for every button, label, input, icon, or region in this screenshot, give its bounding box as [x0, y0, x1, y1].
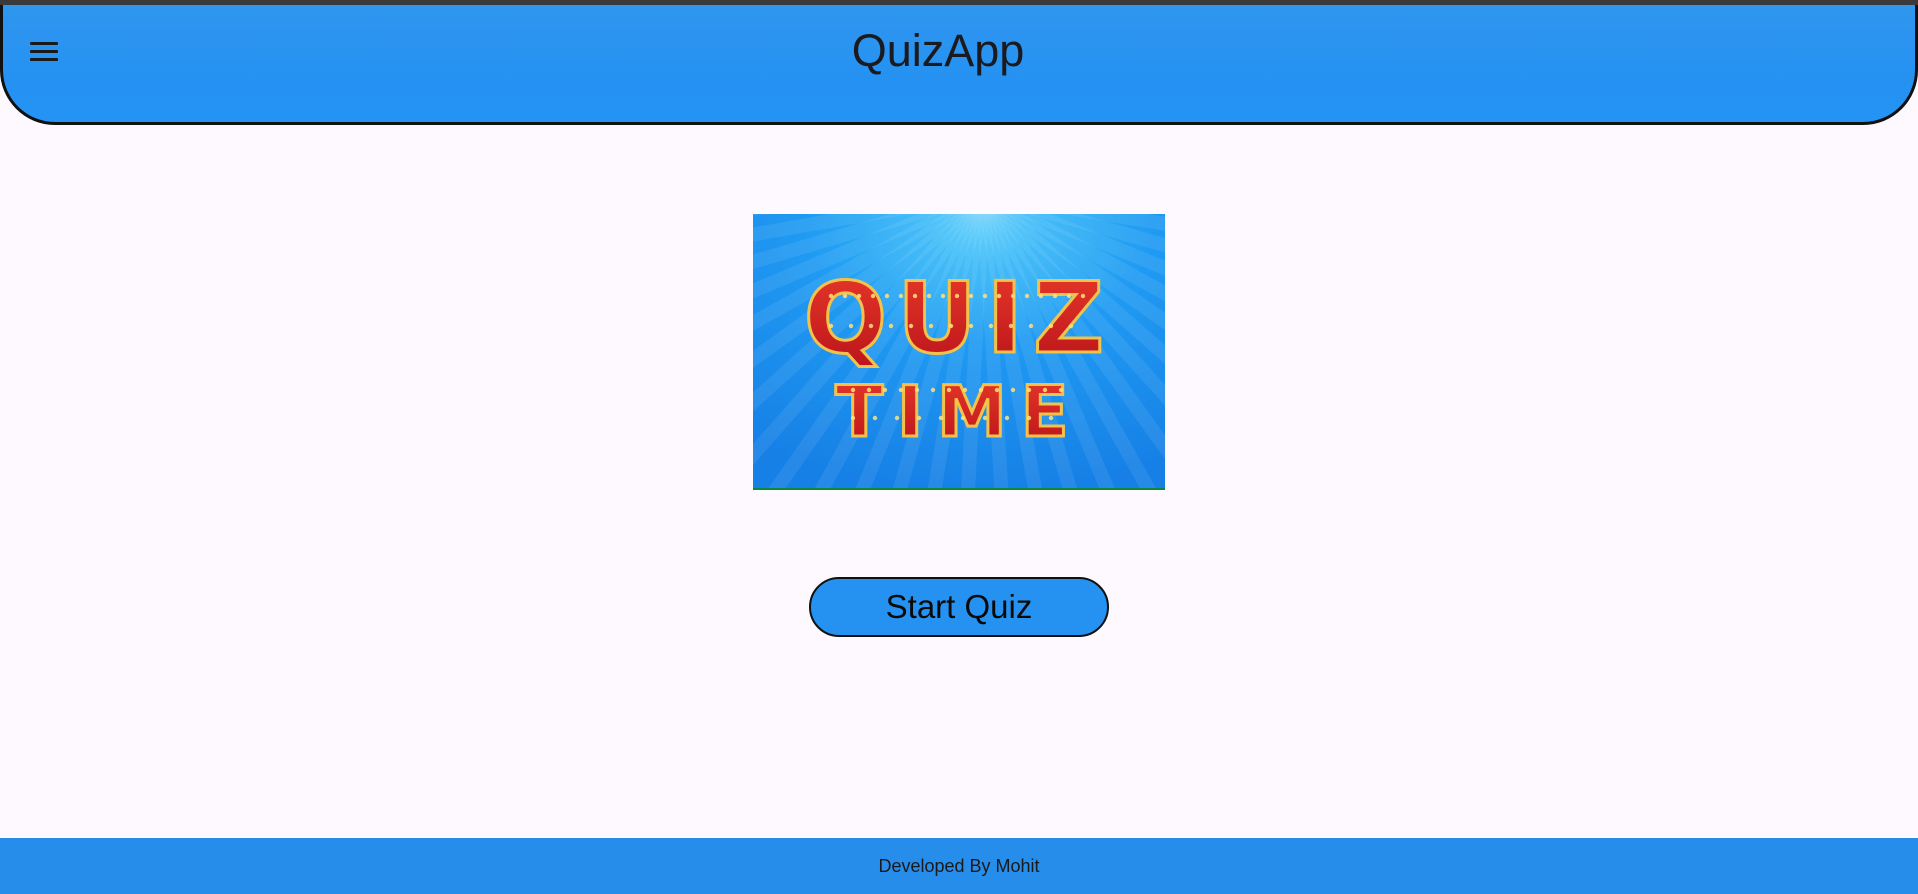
banner-line-quiz: QUIZ — [802, 261, 1114, 378]
quiz-time-banner-image: QUIZ TIME — [753, 214, 1165, 490]
banner-line-time: TIME — [834, 370, 1082, 455]
footer: Developed By Mohit — [0, 838, 1918, 894]
svg-text:QUIZ: QUIZ — [804, 262, 1114, 376]
svg-text:TIME: TIME — [835, 371, 1082, 453]
app-title: QuizApp — [851, 25, 1025, 76]
app-bar: QuizApp — [0, 5, 1918, 125]
start-quiz-button[interactable]: Start Quiz — [809, 577, 1109, 637]
quiz-banner-graphic: QUIZ TIME — [753, 214, 1165, 488]
footer-credit: Developed By Mohit — [878, 855, 1040, 876]
